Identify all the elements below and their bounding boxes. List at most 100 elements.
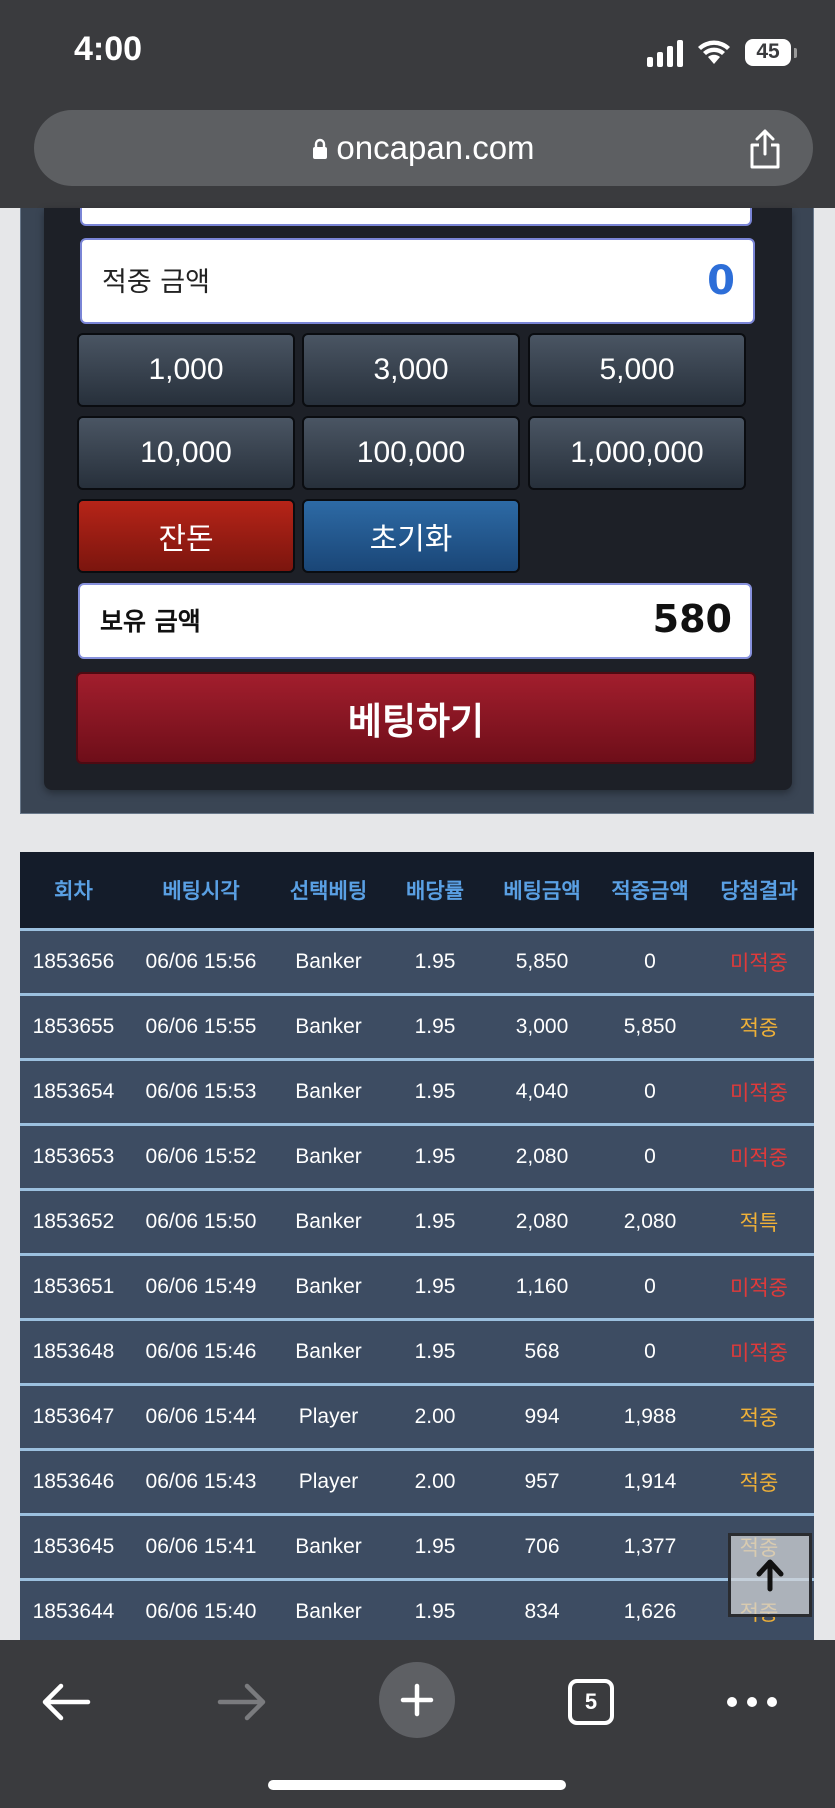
cell-result: 적중	[739, 1472, 779, 1495]
cell-hit-amount: 0	[644, 950, 656, 973]
cell-round: 1853647	[32, 1405, 115, 1428]
table-row: 1853653 06/06 15:52 Banker 1.95 2,080 0 미적중	[20, 1126, 814, 1191]
table-row: 1853655 06/06 15:55 Banker 1.95 3,000 5,850 적중	[20, 996, 814, 1061]
cell-odds: 1.95	[414, 1015, 456, 1038]
cell-bet-amount: 834	[524, 1600, 560, 1623]
cell-hit-amount: 0	[644, 1340, 656, 1363]
cell-hit-amount: 2,080	[623, 1210, 677, 1233]
share-icon[interactable]	[747, 128, 783, 174]
cell-odds: 1.95	[414, 1210, 456, 1233]
cell-bet-time: 06/06 15:52	[145, 1145, 257, 1168]
cell-round: 1853648	[32, 1340, 115, 1363]
cell-odds: 1.95	[414, 1145, 456, 1168]
hold-amount-field: 보유 금액 580	[78, 583, 752, 659]
header-result: 당첨결과	[720, 879, 798, 903]
table-row: 185364406/06 15:40Banker1.958341,626적중	[20, 1581, 814, 1640]
cell-round: 1853644	[32, 1600, 115, 1623]
header-round: 회차	[54, 879, 93, 903]
hit-amount-value: 0	[707, 258, 735, 304]
cell-bet-amount: 994	[524, 1405, 560, 1428]
cell-round: 1853646	[32, 1470, 115, 1493]
table-row: 185364506/06 15:41Banker1.957061,377적중	[20, 1516, 814, 1581]
new-tab-button[interactable]	[379, 1662, 455, 1738]
cell-result: 미적중	[730, 1342, 788, 1365]
wifi-icon	[698, 40, 730, 64]
cell-result: 미적중	[730, 1277, 788, 1300]
bet-section: 적중 금액 0 1,000 3,000 5,000 10,000 100,000…	[20, 208, 814, 814]
reset-button[interactable]: 초기화	[302, 499, 520, 573]
hit-amount-label: 적중 금액	[102, 267, 210, 298]
cell-odds: 1.95	[414, 1535, 456, 1558]
scroll-to-top-button[interactable]	[728, 1533, 812, 1617]
cell-bet-time: 06/06 15:50	[145, 1210, 257, 1233]
battery-percent: 45	[756, 40, 780, 63]
table-row: 1853652 06/06 15:50 Banker 1.95 2,080 2,080 적특	[20, 1191, 814, 1256]
cell-selection: Banker	[295, 1600, 362, 1623]
amount-button-1000[interactable]: 1,000	[77, 333, 295, 407]
amount-button-1000000[interactable]: 1,000,000	[528, 416, 746, 490]
more-menu-button[interactable]	[724, 1666, 780, 1738]
hold-amount-value: 580	[652, 597, 732, 641]
amount-button-100000[interactable]: 100,000	[302, 416, 520, 490]
place-bet-button[interactable]: 베팅하기	[76, 672, 756, 764]
cell-round: 1853645	[32, 1535, 115, 1558]
cell-result: 적중	[739, 1407, 779, 1430]
cell-round: 1853653	[32, 1145, 115, 1168]
cell-odds: 2.00	[414, 1405, 456, 1428]
status-time: 4:00	[74, 30, 143, 68]
cell-selection: Banker	[295, 1080, 362, 1103]
amount-button-3000[interactable]: 3,000	[302, 333, 520, 407]
cell-selection: Banker	[295, 950, 362, 973]
cell-odds: 1.95	[414, 1600, 456, 1623]
cell-hit-amount: 0	[644, 1080, 656, 1103]
cell-hit-amount: 0	[644, 1275, 656, 1298]
forward-button[interactable]	[212, 1666, 272, 1738]
cell-bet-amount: 957	[524, 1470, 560, 1493]
back-arrow-icon	[42, 1683, 91, 1721]
tabs-button[interactable]: 5	[566, 1666, 616, 1738]
cell-hit-amount: 0	[644, 1145, 656, 1168]
cell-bet-time: 06/06 15:55	[145, 1015, 257, 1038]
forward-arrow-icon	[217, 1683, 266, 1721]
cell-hit-amount: 1,626	[623, 1600, 677, 1623]
cell-bet-time: 06/06 15:44	[145, 1405, 257, 1428]
cell-bet-amount: 1,160	[515, 1275, 569, 1298]
battery-icon: 45	[745, 38, 797, 66]
change-button[interactable]: 잔돈	[77, 499, 295, 573]
header-bet-amount: 베팅금액	[503, 879, 581, 903]
table-header: 회차 베팅시각 선택베팅 배당률 베팅금액 적중금액 당첨결과	[20, 852, 814, 931]
prev-field-edge	[80, 208, 752, 226]
cell-bet-time: 06/06 15:43	[145, 1470, 257, 1493]
cell-selection: Banker	[295, 1145, 362, 1168]
back-button[interactable]	[36, 1666, 96, 1738]
table-row: 1853651 06/06 15:49 Banker 1.95 1,160 0 미적중	[20, 1256, 814, 1321]
header-hit-amount: 적중금액	[611, 879, 689, 903]
cell-round: 1853651	[32, 1275, 115, 1298]
cell-hit-amount: 1,377	[623, 1535, 677, 1558]
cell-bet-time: 06/06 15:41	[145, 1535, 257, 1558]
amount-button-10000[interactable]: 10,000	[77, 416, 295, 490]
home-indicator	[268, 1780, 566, 1790]
cell-round: 1853652	[32, 1210, 115, 1233]
cell-bet-amount: 706	[524, 1535, 560, 1558]
cellular-signal-icon	[647, 37, 683, 67]
cell-result: 미적중	[730, 1147, 788, 1170]
plus-icon	[379, 1662, 455, 1738]
cell-bet-amount: 2,080	[515, 1145, 569, 1168]
amount-button-5000[interactable]: 5,000	[528, 333, 746, 407]
cell-odds: 1.95	[414, 1340, 456, 1363]
cell-odds: 1.95	[414, 1275, 456, 1298]
cell-bet-amount: 3,000	[515, 1015, 569, 1038]
cell-bet-time: 06/06 15:49	[145, 1275, 257, 1298]
address-bar[interactable]: oncapan.com	[34, 110, 813, 186]
tab-count: 5	[568, 1679, 614, 1725]
cell-selection: Banker	[295, 1535, 362, 1558]
url-text: oncapan.com	[336, 129, 535, 166]
hit-amount-field: 적중 금액 0	[80, 238, 755, 324]
cell-bet-amount: 2,080	[515, 1210, 569, 1233]
table-row: 1853646 06/06 15:43 Player 2.00 957 1,914 적중	[20, 1451, 814, 1516]
cell-result: 적중	[739, 1017, 779, 1040]
cell-hit-amount: 5,850	[623, 1015, 677, 1038]
table-row: 1853656 06/06 15:56 Banker 1.95 5,850 0 미적중	[20, 931, 814, 996]
cell-result: 미적중	[730, 952, 788, 975]
